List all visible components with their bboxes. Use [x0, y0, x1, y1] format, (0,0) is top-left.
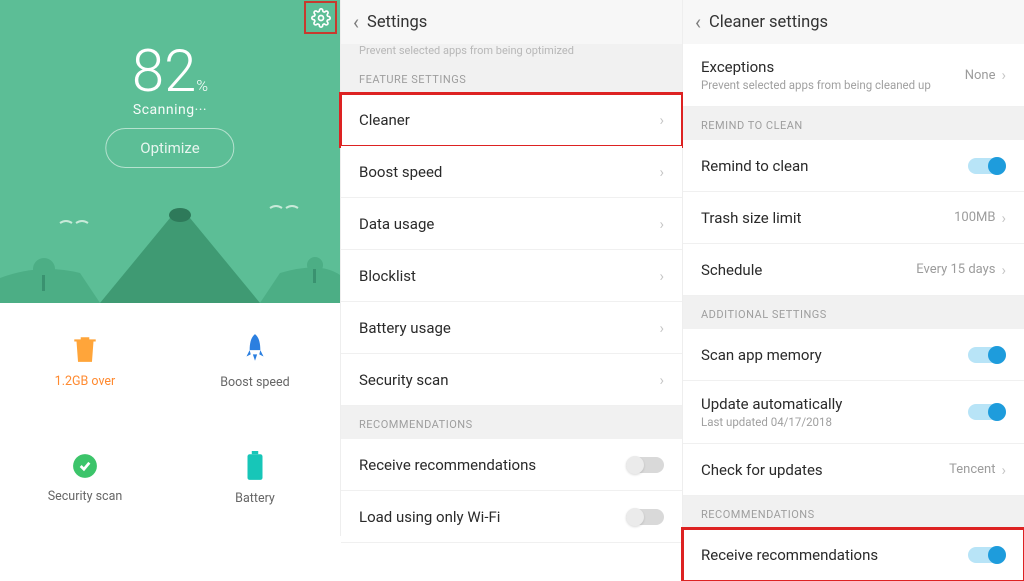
- chevron-right-icon: ›: [659, 215, 664, 233]
- section-recommendations-3: RECOMMENDATIONS: [683, 496, 1024, 529]
- exceptions-sub: Prevent selected apps from being cleaned…: [701, 78, 931, 92]
- toggle-update-auto[interactable]: [968, 404, 1006, 420]
- security-score: 82% Scanning···: [0, 38, 340, 118]
- row-battery-usage[interactable]: Battery usage ›: [341, 302, 682, 354]
- row-sec-label: Security scan: [359, 371, 448, 389]
- score-percent: %: [196, 76, 208, 95]
- row-data-label: Data usage: [359, 215, 434, 233]
- settings-gear-highlight[interactable]: [304, 1, 337, 34]
- row-block-label: Blocklist: [359, 267, 416, 285]
- row-trash-size[interactable]: Trash size limit 100MB ›: [683, 192, 1024, 244]
- toggle-receive-recs[interactable]: [626, 457, 664, 473]
- tile-battery-label: Battery: [235, 491, 275, 506]
- tile-boost-label: Boost speed: [220, 375, 289, 390]
- section-feature-settings: FEATURE SETTINGS: [341, 61, 682, 94]
- settings-title: Settings: [367, 13, 427, 32]
- scanning-label: Scanning···: [0, 102, 340, 118]
- row-data-usage[interactable]: Data usage ›: [341, 198, 682, 250]
- trash-label: Trash size limit: [701, 209, 801, 227]
- row-receive-recommendations[interactable]: Receive recommendations: [341, 439, 682, 491]
- gear-icon: [311, 8, 331, 28]
- security-app-pane: 82% Scanning··· Optimize 1.2GB over Boos…: [0, 0, 340, 536]
- tile-boost[interactable]: Boost speed: [170, 303, 340, 421]
- row-security-scan[interactable]: Security scan ›: [341, 354, 682, 406]
- scanmem-label: Scan app memory: [701, 346, 822, 364]
- row-boost-label: Boost speed: [359, 163, 442, 181]
- chevron-right-icon: ›: [659, 267, 664, 285]
- chevron-right-icon: ›: [1001, 461, 1006, 479]
- trash-icon: [72, 334, 98, 364]
- security-top: 82% Scanning··· Optimize: [0, 0, 340, 303]
- recv3-label: Receive recommendations: [701, 546, 878, 564]
- back-icon[interactable]: ‹: [351, 6, 367, 38]
- chevron-right-icon: ›: [659, 371, 664, 389]
- toggle-receive-recs-3[interactable]: [968, 547, 1006, 563]
- row-scan-memory[interactable]: Scan app memory: [683, 329, 1024, 381]
- row-cleaner-label: Cleaner: [359, 111, 410, 129]
- landscape-illustration: [0, 183, 340, 303]
- upd-label: Update automatically: [701, 395, 842, 413]
- cleaner-header: ‹ Cleaner settings: [683, 0, 1024, 44]
- tile-storage-label: 1.2GB over: [55, 374, 116, 389]
- settings-pane: X ‹ Settings Prevent selected apps from …: [340, 0, 682, 536]
- shield-icon: [72, 453, 98, 479]
- row-load-wifi[interactable]: Load using only Wi-Fi: [341, 491, 682, 543]
- chevron-right-icon: ›: [659, 319, 664, 337]
- settings-header: ‹ Settings: [341, 0, 682, 44]
- remind-label: Remind to clean: [701, 157, 808, 175]
- row-exceptions[interactable]: Exceptions Prevent selected apps from be…: [683, 44, 1024, 107]
- score-number: 82: [132, 38, 196, 106]
- trash-value: 100MB: [954, 210, 995, 225]
- row-recv-label: Receive recommendations: [359, 456, 536, 474]
- check-value: Tencent: [949, 462, 995, 477]
- cleaner-title: Cleaner settings: [709, 13, 828, 32]
- tile-scan-label: Security scan: [48, 489, 123, 504]
- cutoff-subtext: Prevent selected apps from being optimiz…: [341, 44, 682, 61]
- rocket-icon: [242, 333, 268, 365]
- chevron-right-icon: ›: [1001, 209, 1006, 227]
- row-remind-clean[interactable]: Remind to clean: [683, 140, 1024, 192]
- toggle-remind-clean[interactable]: [968, 158, 1006, 174]
- tile-battery[interactable]: Battery: [170, 421, 340, 537]
- section-additional: ADDITIONAL SETTINGS: [683, 296, 1024, 329]
- chevron-right-icon: ›: [659, 111, 664, 129]
- row-schedule[interactable]: Schedule Every 15 days ›: [683, 244, 1024, 296]
- row-blocklist[interactable]: Blocklist ›: [341, 250, 682, 302]
- battery-icon: [245, 451, 265, 481]
- optimize-button[interactable]: Optimize: [105, 128, 234, 168]
- chevron-right-icon: ›: [1001, 261, 1006, 279]
- section-remind-clean: REMIND TO CLEAN: [683, 107, 1024, 140]
- toggle-scan-memory[interactable]: [968, 347, 1006, 363]
- chevron-right-icon: ›: [1001, 66, 1006, 84]
- schedule-value: Every 15 days: [916, 262, 995, 277]
- row-receive-recommendations-3[interactable]: Receive recommendations: [683, 529, 1024, 581]
- toggle-wifi-only[interactable]: [626, 509, 664, 525]
- check-label: Check for updates: [701, 461, 823, 479]
- exceptions-label: Exceptions: [701, 58, 931, 76]
- exceptions-value: None: [965, 68, 996, 83]
- tile-storage[interactable]: 1.2GB over: [0, 303, 170, 421]
- row-wifi-label: Load using only Wi-Fi: [359, 508, 500, 526]
- row-cleaner[interactable]: Cleaner ›: [341, 94, 682, 146]
- row-batt-label: Battery usage: [359, 319, 451, 337]
- upd-sub: Last updated 04/17/2018: [701, 415, 842, 429]
- row-check-updates[interactable]: Check for updates Tencent ›: [683, 444, 1024, 496]
- schedule-label: Schedule: [701, 261, 762, 279]
- back-icon[interactable]: ‹: [693, 6, 709, 38]
- chevron-right-icon: ›: [659, 163, 664, 181]
- tile-scan[interactable]: Security scan: [0, 421, 170, 537]
- security-tiles: 1.2GB over Boost speed Security scan Bat…: [0, 303, 340, 536]
- section-recommendations: RECOMMENDATIONS: [341, 406, 682, 439]
- cleaner-settings-pane: ‹ Cleaner settings Exceptions Prevent se…: [682, 0, 1024, 536]
- row-update-auto[interactable]: Update automatically Last updated 04/17/…: [683, 381, 1024, 444]
- row-boost-speed[interactable]: Boost speed ›: [341, 146, 682, 198]
